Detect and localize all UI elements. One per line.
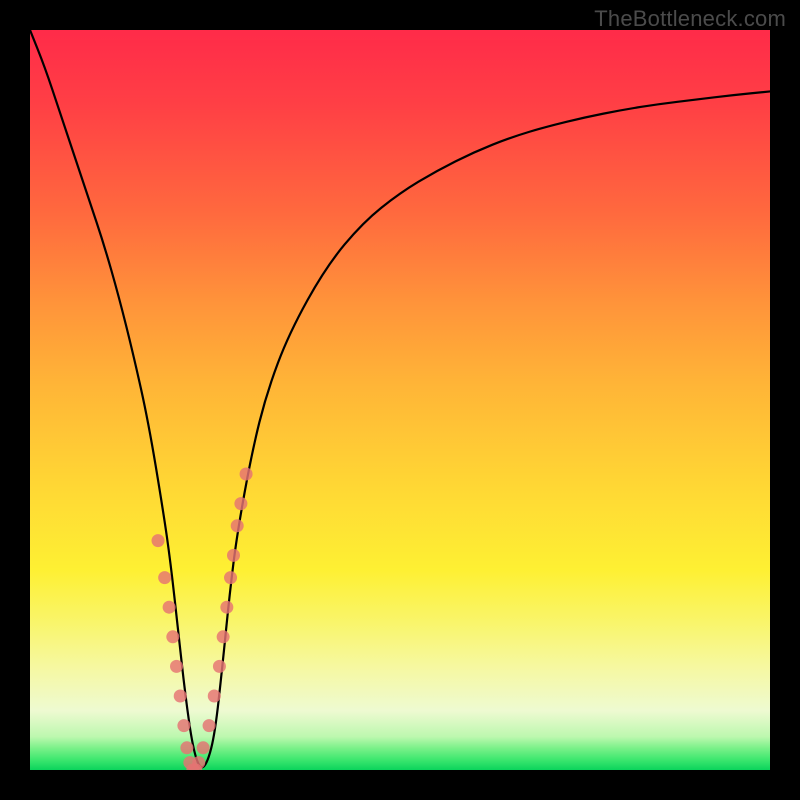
curve-marker: [240, 468, 253, 481]
curve-path: [30, 30, 770, 767]
curve-marker: [203, 719, 216, 732]
curve-marker: [166, 630, 179, 643]
curve-marker: [217, 630, 230, 643]
curve-marker: [174, 690, 187, 703]
chart-frame: TheBottleneck.com: [0, 0, 800, 800]
curve-marker: [208, 690, 221, 703]
curve-marker: [180, 741, 193, 754]
bottleneck-curve: [30, 30, 770, 770]
curve-marker: [234, 497, 247, 510]
plot-area: [30, 30, 770, 770]
curve-marker: [177, 719, 190, 732]
curve-marker: [197, 741, 210, 754]
attribution-label: TheBottleneck.com: [594, 6, 786, 32]
curve-marker: [192, 756, 205, 769]
curve-marker: [231, 519, 244, 532]
curve-marker: [224, 571, 237, 584]
curve-markers: [152, 468, 253, 771]
curve-marker: [227, 549, 240, 562]
curve-marker: [163, 601, 176, 614]
curve-marker: [170, 660, 183, 673]
curve-marker: [220, 601, 233, 614]
curve-marker: [152, 534, 165, 547]
curve-marker: [158, 571, 171, 584]
curve-marker: [213, 660, 226, 673]
